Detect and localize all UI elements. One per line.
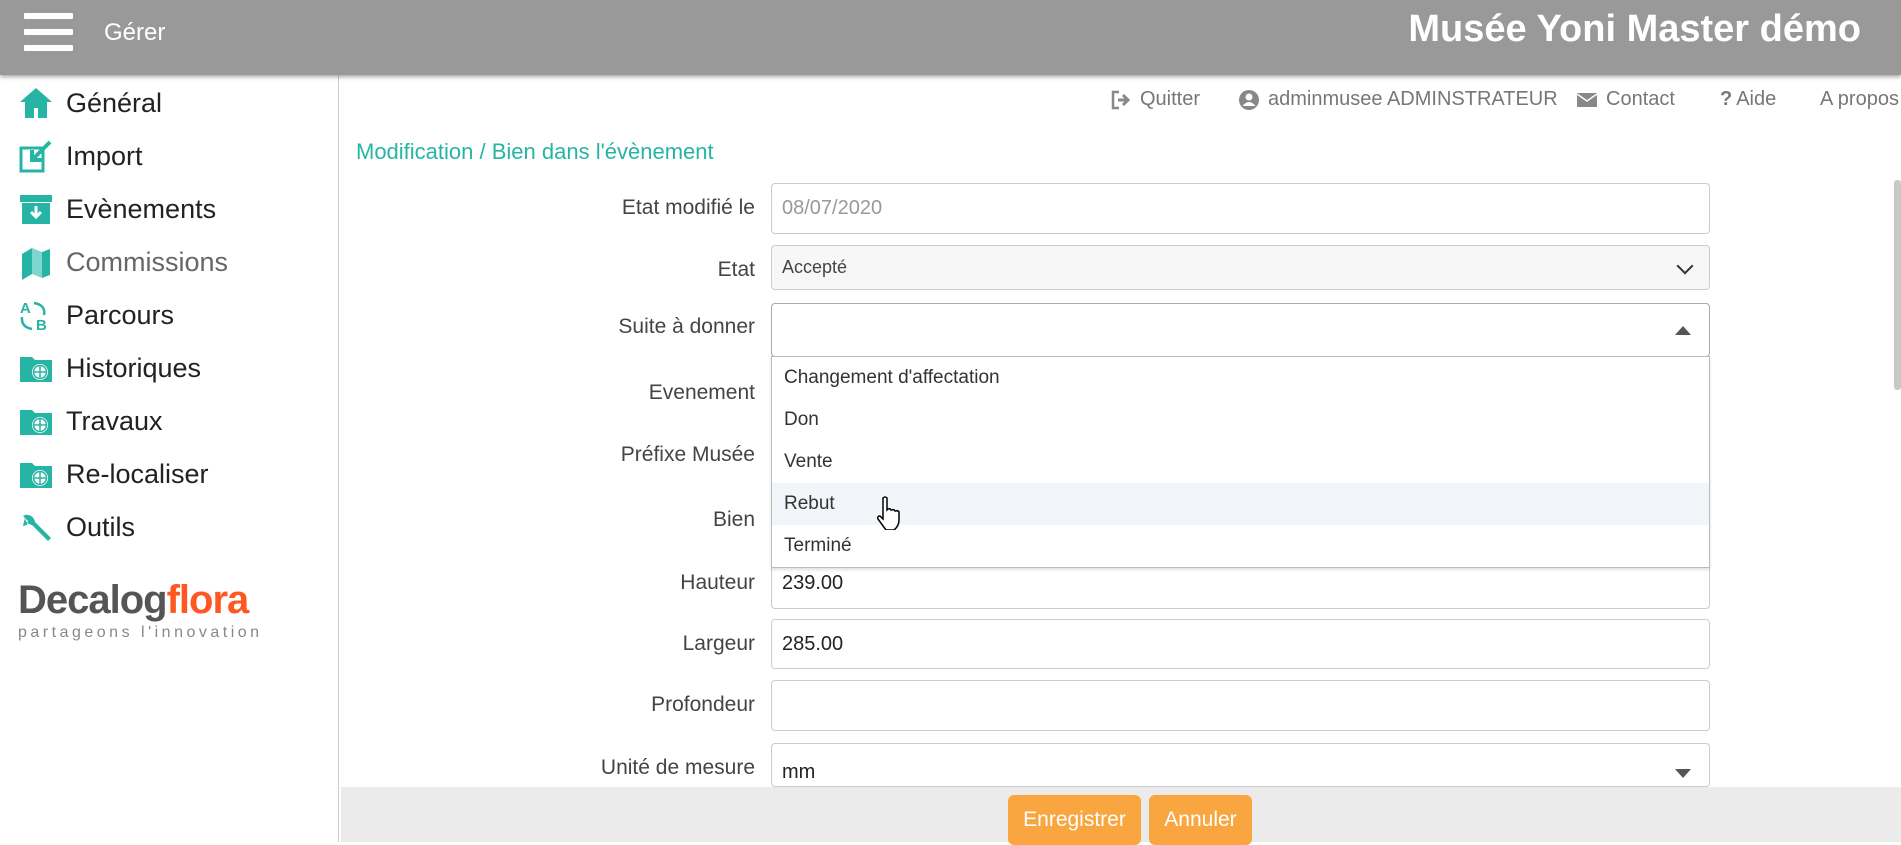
sidebar-item-label: Re-localiser xyxy=(66,458,209,489)
evenement-label: Evenement xyxy=(648,381,755,404)
quit-link[interactable]: Quitter xyxy=(1110,88,1200,111)
sidebar-item-travaux[interactable]: Travaux xyxy=(18,401,163,441)
save-button[interactable]: Enregistrer xyxy=(1008,795,1141,845)
import-icon xyxy=(19,140,52,173)
dropdown-option[interactable]: Terminé xyxy=(772,525,1709,567)
sidebar-item-label: Travaux xyxy=(66,405,163,436)
app-title: Musée Yoni Master démo xyxy=(1408,8,1861,50)
user-account-link[interactable]: adminmusee ADMINSTRATEUR xyxy=(1238,88,1558,111)
sidebar-item-label: Outils xyxy=(66,511,136,542)
sidebar-item-label: Historiques xyxy=(66,352,202,383)
sidebar-item-commissions[interactable]: Commissions xyxy=(18,242,228,282)
unite-select[interactable]: mm xyxy=(771,743,1710,787)
dropdown-option[interactable]: Changement d'affectation xyxy=(772,357,1709,399)
sidebar-item-import[interactable]: Import xyxy=(18,136,143,176)
sidebar-item-label: Import xyxy=(66,140,143,171)
caret-down-icon xyxy=(1675,769,1691,781)
etat-modifie-label: Etat modifié le xyxy=(621,196,755,219)
help-link[interactable]: ? Aide xyxy=(1720,88,1776,111)
suite-label: Suite à donner xyxy=(618,315,755,338)
largeur-label: Largeur xyxy=(682,632,755,655)
breadcrumb: Modification / Bien dans l'évènement xyxy=(356,139,714,164)
suite-dropdown-list: Changement d'affectation Don Vente Rebut… xyxy=(771,356,1710,568)
hauteur-label: Hauteur xyxy=(680,571,755,594)
route-icon: AB xyxy=(20,300,47,333)
etat-label: Etat xyxy=(717,258,755,281)
app-header: Gérer Musée Yoni Master démo xyxy=(0,0,1901,75)
profondeur-label: Profondeur xyxy=(651,693,755,716)
question-icon: ? xyxy=(1720,88,1733,110)
top-navigation: Quitter adminmusee ADMINSTRATEUR Contact… xyxy=(1100,88,1901,118)
sidebar: Général Import Evènements Commissions AB… xyxy=(0,75,339,842)
dropdown-option[interactable]: Rebut xyxy=(772,483,1709,525)
about-link[interactable]: A propos xyxy=(1820,88,1899,111)
dropdown-option[interactable]: Don xyxy=(772,399,1709,441)
sidebar-item-label: Général xyxy=(66,87,163,118)
hand-cursor-icon xyxy=(877,496,900,530)
user-circle-icon xyxy=(1239,89,1259,110)
cancel-button[interactable]: Annuler xyxy=(1149,795,1252,845)
menu-label[interactable]: Gérer xyxy=(104,19,165,47)
sidebar-item-label: Parcours xyxy=(66,299,175,330)
contact-link[interactable]: Contact xyxy=(1576,88,1675,111)
scrollbar[interactable] xyxy=(1894,180,1901,390)
chevron-down-icon xyxy=(1676,257,1694,280)
prefixe-label: Préfixe Musée xyxy=(620,443,755,466)
caret-up-icon xyxy=(1675,326,1691,339)
folder-globe-icon xyxy=(20,357,52,382)
suite-select[interactable] xyxy=(771,303,1710,357)
etat-modifie-field[interactable]: 08/07/2020 xyxy=(771,183,1710,234)
largeur-field[interactable]: 285.00 xyxy=(771,619,1710,669)
folder-globe-icon xyxy=(20,463,52,488)
svg-text:B: B xyxy=(36,317,47,333)
archive-icon xyxy=(20,195,52,224)
sidebar-item-outils[interactable]: Outils xyxy=(18,507,135,547)
bien-label: Bien xyxy=(712,508,755,531)
unite-label: Unité de mesure xyxy=(600,756,755,779)
decalog-flora-logo: Decalogflora partageons l'innovation xyxy=(18,578,263,641)
sidebar-item-parcours[interactable]: AB Parcours xyxy=(18,295,174,335)
sidebar-item-label: Commissions xyxy=(66,246,229,277)
books-icon xyxy=(22,248,50,280)
wrench-icon xyxy=(23,513,51,541)
svg-text:A: A xyxy=(20,300,31,317)
sidebar-item-historiques[interactable]: Historiques xyxy=(18,348,201,388)
profondeur-field[interactable] xyxy=(771,680,1710,731)
sidebar-item-evenements[interactable]: Evènements xyxy=(18,189,216,229)
hamburger-menu-icon[interactable] xyxy=(24,13,73,51)
sidebar-item-relocaliser[interactable]: Re-localiser xyxy=(18,454,209,494)
sidebar-item-general[interactable]: Général xyxy=(18,83,162,123)
home-icon xyxy=(20,88,52,118)
folder-globe-icon xyxy=(20,410,52,435)
sidebar-item-label: Evènements xyxy=(66,193,217,224)
etat-select[interactable]: Accepté xyxy=(771,245,1710,290)
envelope-icon xyxy=(1576,92,1598,107)
dropdown-option[interactable]: Vente xyxy=(772,441,1709,483)
sign-out-icon xyxy=(1111,90,1131,109)
